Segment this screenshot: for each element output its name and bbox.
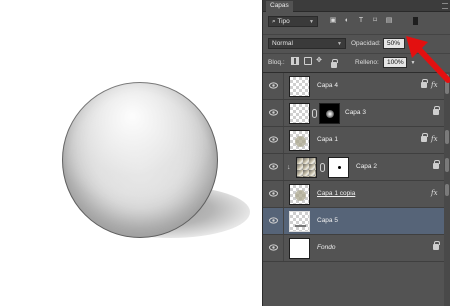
lock-icon (433, 241, 440, 250)
arrow-annotation (406, 36, 450, 83)
chain-icon[interactable] (320, 163, 325, 172)
sphere-rim (62, 82, 218, 238)
layers-list: Capa 4 fx Capa 3 Capa 1 fx ↓ Capa 2 Capa… (263, 72, 450, 306)
panel-tab-bar: Capas (263, 0, 450, 12)
layer-row-capa-1[interactable]: Capa 1 fx (263, 127, 445, 154)
filter-kind-select[interactable]: ⌕ Tipo ▼ (268, 16, 318, 27)
chevron-down-icon: ▼ (337, 41, 342, 47)
separator (283, 181, 284, 207)
layer-row-capa-3[interactable]: Capa 3 (263, 100, 445, 127)
lock-image-icon[interactable] (304, 57, 312, 65)
layer-thumbnail (289, 103, 310, 124)
layer-row-capa-5[interactable]: Capa 5 (263, 208, 445, 235)
eye-icon[interactable] (269, 244, 278, 251)
layer-name[interactable]: Capa 3 (345, 109, 366, 116)
scrollbar-marker (445, 130, 449, 144)
layer-mask-thumbnail[interactable] (328, 157, 349, 178)
lock-icon (421, 133, 428, 142)
layer-thumbnail (289, 76, 310, 97)
document-canvas[interactable] (0, 0, 262, 306)
opacity-label: Opacidad: (351, 40, 381, 47)
lock-position-icon[interactable]: ✥ (315, 57, 323, 65)
layer-name[interactable]: Capa 1 (317, 136, 338, 143)
layer-thumbnail (289, 211, 310, 232)
scrollbar-marker (445, 158, 449, 172)
lock-transparent-icon[interactable] (291, 57, 299, 65)
fx-icon[interactable]: fx (431, 135, 438, 143)
pixel-filter-icon[interactable]: ▣ (329, 17, 337, 25)
separator (283, 154, 284, 180)
separator (283, 73, 284, 99)
type-filter-icon[interactable]: T (357, 17, 365, 25)
blend-mode-select[interactable]: Normal ▼ (268, 38, 346, 49)
lock-icon (433, 160, 440, 169)
layer-mask-thumbnail[interactable] (319, 103, 340, 124)
filter-kind-label: Tipo (277, 18, 290, 25)
eye-icon[interactable] (269, 109, 278, 116)
layer-thumbnail (289, 130, 310, 151)
eye-icon[interactable] (269, 82, 278, 89)
layer-name[interactable]: Capa 5 (317, 217, 338, 224)
separator (283, 127, 284, 153)
eye-icon[interactable] (269, 163, 278, 170)
scrollbar-marker (445, 184, 449, 196)
eye-icon[interactable] (269, 136, 278, 143)
layers-scrollbar[interactable] (444, 72, 450, 306)
layer-row-capa-1-copia[interactable]: Capa 1 copia fx (263, 181, 445, 208)
eye-icon[interactable] (269, 190, 278, 197)
layer-thumbnail (289, 184, 310, 205)
layer-name[interactable]: Capa 2 (356, 163, 377, 170)
layer-filter-row: ⌕ Tipo ▼ ▣ ◐ T ⌑ ▤ (263, 14, 450, 30)
layer-name[interactable]: Fondo (317, 244, 335, 251)
tab-layers[interactable]: Capas (266, 1, 293, 12)
filter-toggle-icon[interactable] (413, 17, 418, 25)
chevron-down-icon: ▼ (309, 19, 314, 25)
lock-label: Bloq.: (268, 59, 285, 66)
panel-menu-icon[interactable] (442, 3, 448, 9)
layer-thumbnail (289, 238, 310, 259)
separator (283, 235, 284, 261)
fill-label: Relleno: (355, 59, 379, 66)
lock-all-icon[interactable] (331, 59, 338, 68)
smart-object-filter-icon[interactable]: ▤ (385, 17, 393, 25)
separator (283, 100, 284, 126)
chain-icon[interactable] (312, 109, 317, 118)
separator (283, 208, 284, 234)
layer-thumbnail (296, 157, 317, 178)
layer-name[interactable]: Capa 4 (317, 82, 338, 89)
clipping-arrow-icon: ↓ (287, 164, 291, 171)
blend-mode-value: Normal (272, 40, 293, 47)
eye-icon[interactable] (269, 217, 278, 224)
fx-icon[interactable]: fx (431, 189, 438, 197)
shape-filter-icon[interactable]: ⌑ (371, 17, 379, 25)
adjustment-filter-icon[interactable]: ◐ (343, 17, 351, 25)
lock-icon (433, 106, 440, 115)
layer-row-capa-2[interactable]: ↓ Capa 2 (263, 154, 445, 181)
layer-name[interactable]: Capa 1 copia (317, 190, 355, 197)
layer-row-fondo[interactable]: Fondo (263, 235, 445, 262)
